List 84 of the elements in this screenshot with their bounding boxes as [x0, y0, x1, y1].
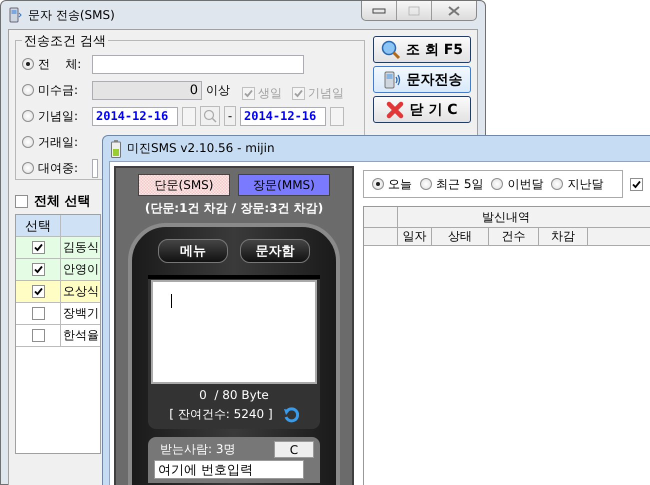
amount-field: 0	[92, 80, 202, 100]
maximize-icon	[408, 6, 420, 16]
radio-button[interactable]	[22, 136, 34, 148]
radio-button[interactable]	[22, 110, 34, 122]
table-cell-text: 장백기	[62, 305, 99, 322]
column-header: 상태	[432, 228, 489, 245]
message-type-tab[interactable]: 단문(SMS)	[138, 174, 230, 196]
suffix-label: 이상	[206, 82, 230, 98]
column-header	[61, 215, 100, 236]
column-header: 선택	[16, 215, 61, 236]
table-row[interactable]: 장백기	[16, 303, 100, 325]
option-label: 미수금:	[38, 82, 80, 98]
checkbox-label: 생일	[258, 84, 282, 102]
minimize-icon	[372, 8, 386, 14]
table-cell-text: 김동식	[62, 239, 99, 256]
checkbox[interactable]	[242, 86, 255, 100]
radio-button[interactable]	[491, 178, 504, 190]
window-title: 문자 전송(SMS)	[28, 6, 115, 24]
deduction-note: (단문:1건 차감 / 장문:3건 차감)	[144, 200, 324, 217]
checkbox[interactable]	[15, 194, 28, 208]
message-type-tab[interactable]: 장문(MMS)	[238, 174, 330, 196]
text-field[interactable]	[92, 158, 98, 178]
date-field[interactable]: 2014-12-16	[92, 106, 178, 126]
radio-button[interactable]	[551, 178, 564, 190]
radio-button[interactable]	[420, 178, 432, 190]
number-input-field[interactable]: 여기에 번호입력	[154, 460, 304, 479]
byte-counter: 0 / 80 Byte	[199, 388, 269, 402]
table-cell-text: 한석율	[62, 327, 99, 344]
close-icon	[386, 100, 404, 118]
window-title: 미진SMS v2.10.56 - mijin	[127, 140, 275, 157]
checkbox[interactable]	[32, 263, 44, 276]
table-row[interactable]: 오상식	[16, 281, 100, 303]
column-header: 건수	[489, 228, 539, 245]
checkbox[interactable]	[292, 86, 305, 100]
remaining-count: [ 잔여건수: 5240 ]	[169, 406, 273, 423]
magnifier-icon	[203, 109, 217, 123]
radio-button[interactable]	[22, 84, 34, 96]
message-field[interactable]	[151, 280, 317, 384]
phone-icon	[8, 7, 22, 23]
send-button[interactable]: 문자전송	[373, 66, 471, 93]
text-field[interactable]	[92, 54, 304, 74]
table-cell-text: 안영이	[62, 261, 99, 278]
checkbox-label: 기념일	[308, 84, 344, 102]
group-title: 전송조건 검색	[22, 32, 108, 50]
phone-signal-icon	[382, 70, 402, 90]
recipient-label: 받는사람: 3명	[159, 441, 236, 458]
date-field[interactable]: 2014-12-16	[240, 106, 326, 126]
checkbox[interactable]	[32, 307, 44, 320]
column-header: 차감	[539, 228, 588, 245]
checkbox[interactable]	[630, 178, 643, 190]
option-label: 대여중:	[38, 160, 80, 176]
spin-button[interactable]	[330, 106, 344, 126]
period-label: 지난달	[567, 176, 604, 192]
close-icon	[448, 6, 460, 16]
table-row[interactable]: 김동식	[16, 237, 100, 259]
radio-button[interactable]	[372, 178, 384, 190]
battery-icon	[111, 140, 121, 158]
refresh-icon[interactable]	[282, 406, 299, 422]
period-label: 오늘	[388, 176, 412, 192]
column-header: 일자	[398, 228, 432, 245]
checkbox[interactable]	[32, 241, 44, 254]
option-label: 기념일:	[38, 108, 80, 124]
search-button[interactable]	[200, 106, 220, 126]
phone-button[interactable]: 문자함	[240, 239, 310, 263]
search-button[interactable]: 조 회 F5	[373, 36, 471, 63]
checkbox[interactable]	[32, 329, 44, 342]
option-label: 전 체:	[38, 56, 82, 72]
clear-button[interactable]: C	[274, 441, 314, 458]
phone-button[interactable]: 메뉴	[158, 239, 228, 263]
checkbox[interactable]	[32, 285, 44, 298]
range-button[interactable]: -	[224, 106, 236, 126]
table-cell-text: 오상식	[62, 283, 99, 300]
search-icon	[380, 40, 401, 60]
select-all-label: 전체 선택	[34, 193, 91, 210]
radio-button[interactable]	[22, 162, 34, 174]
close-button[interactable]: 닫 기 C	[373, 96, 471, 123]
option-label: 거래일:	[38, 134, 80, 150]
column-group-header: 발신내역	[481, 208, 531, 226]
period-label: 이번달	[507, 176, 544, 192]
radio-button[interactable]	[22, 58, 34, 70]
table-row[interactable]: 한석율	[16, 325, 100, 347]
period-label: 최근 5일	[436, 176, 484, 192]
table-row[interactable]: 안영이	[16, 259, 100, 281]
spin-button[interactable]	[182, 106, 196, 126]
